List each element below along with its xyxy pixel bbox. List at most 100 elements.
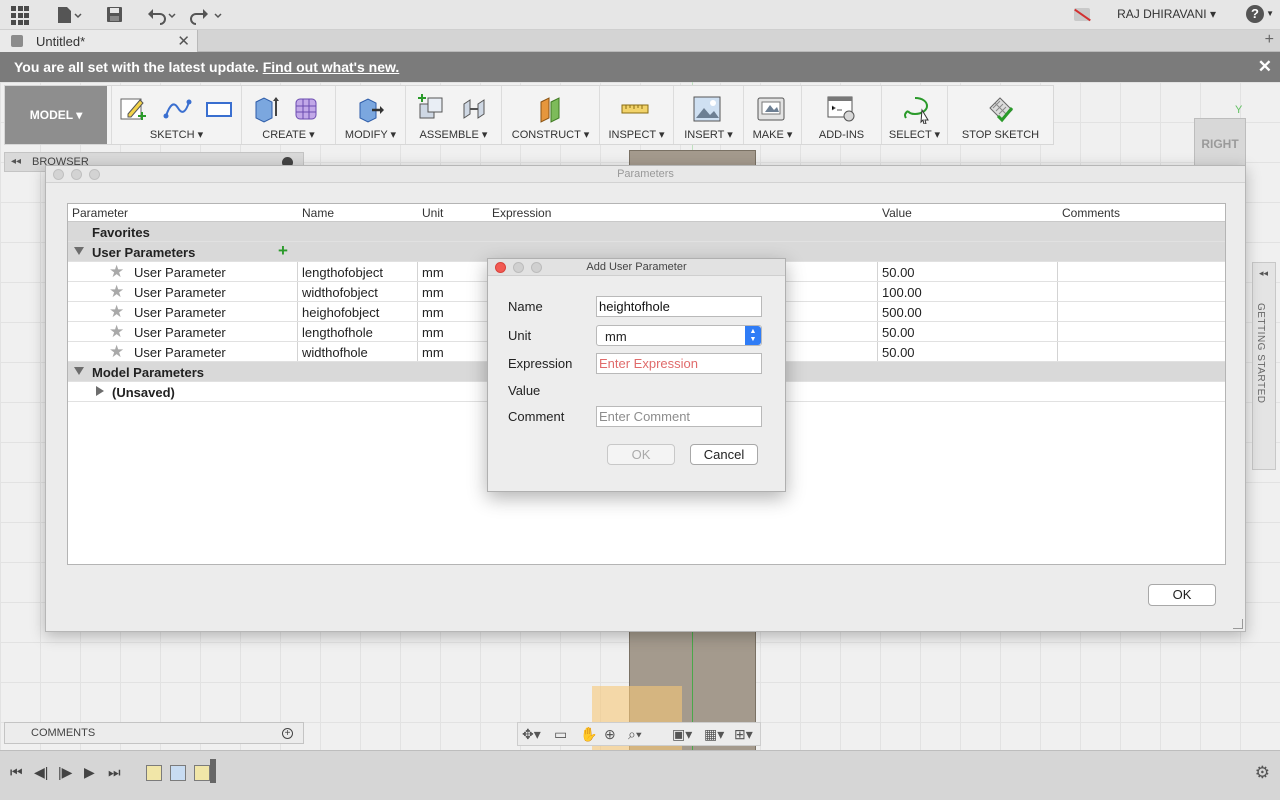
create-group[interactable]: CREATE ▾: [241, 86, 335, 144]
column-header-parameter[interactable]: Parameter: [72, 206, 128, 220]
look-at-icon[interactable]: ▭: [554, 726, 567, 743]
notifications-off-icon[interactable]: [1074, 8, 1090, 21]
offset-plane-icon[interactable]: [536, 94, 566, 124]
add-comment-icon[interactable]: +: [282, 728, 293, 739]
user-menu[interactable]: RAJ DHIRAVANI ▾: [1117, 7, 1216, 21]
close-banner-icon[interactable]: ✕: [1258, 57, 1272, 77]
select-lasso-icon[interactable]: [900, 94, 930, 124]
favorite-star-icon[interactable]: ★: [109, 282, 124, 301]
grid-settings-icon[interactable]: ▦▾: [704, 726, 724, 743]
make-group[interactable]: MAKE ▾: [743, 86, 801, 144]
measure-icon[interactable]: [620, 94, 650, 124]
row-parameter: User Parameter: [134, 285, 226, 300]
comment-input[interactable]: [596, 406, 762, 427]
row-parameter: User Parameter: [134, 325, 226, 340]
expression-input[interactable]: [596, 353, 762, 374]
column-header-expression[interactable]: Expression: [492, 206, 551, 220]
timeline-settings-gear-icon[interactable]: ⚙: [1255, 763, 1270, 783]
save-icon[interactable]: [106, 5, 124, 25]
column-header-name[interactable]: Name: [302, 206, 334, 220]
add-parameter-icon[interactable]: +: [278, 242, 288, 260]
favorites-label: Favorites: [92, 225, 150, 240]
column-header-value[interactable]: Value: [882, 206, 912, 220]
add-parameter-ok-button[interactable]: OK: [607, 444, 675, 465]
assemble-label: ASSEMBLE: [419, 129, 479, 141]
go-to-start-icon[interactable]: ⏮: [10, 764, 23, 781]
cancel-button[interactable]: Cancel: [690, 444, 758, 465]
form-icon[interactable]: [292, 94, 322, 124]
inspect-group[interactable]: INSPECT ▾: [599, 86, 673, 144]
undo-icon[interactable]: [146, 5, 178, 25]
favorite-star-icon[interactable]: ★: [109, 262, 124, 281]
view-cube[interactable]: RIGHT: [1194, 118, 1246, 168]
stop-sketch-label: STOP SKETCH: [961, 129, 1040, 141]
timeline-sketch-feature-icon[interactable]: [194, 765, 210, 781]
favorite-star-icon[interactable]: ★: [109, 302, 124, 321]
workspace-switcher[interactable]: MODEL ▾: [5, 86, 107, 144]
insert-group[interactable]: INSERT ▾: [673, 86, 743, 144]
unit-select[interactable]: mm ▲ ▼: [596, 325, 762, 346]
row-parameter: User Parameter: [134, 345, 226, 360]
select-stepper-icon[interactable]: ▲ ▼: [745, 326, 761, 345]
favorites-row[interactable]: Favorites: [68, 222, 1225, 242]
collapse-browser-icon[interactable]: ◂◂: [11, 156, 21, 167]
banner-link[interactable]: Find out what's new.: [263, 59, 400, 75]
insert-image-icon[interactable]: [692, 94, 722, 124]
timeline-sketch-feature-icon[interactable]: [146, 765, 162, 781]
favorite-star-icon[interactable]: ★: [109, 322, 124, 341]
extrude-icon[interactable]: [250, 94, 280, 124]
redo-icon[interactable]: [190, 5, 224, 25]
3d-print-icon[interactable]: [756, 94, 786, 124]
favorite-star-icon[interactable]: ★: [109, 342, 124, 361]
row-name: lengthofhole: [302, 325, 373, 340]
help-icon[interactable]: ?: [1246, 5, 1264, 23]
viewports-icon[interactable]: ⊞▾: [734, 726, 753, 743]
create-sketch-icon[interactable]: [118, 94, 148, 124]
stop-sketch-icon[interactable]: [986, 94, 1016, 124]
timeline-extrude-feature-icon[interactable]: [170, 765, 186, 781]
press-pull-icon[interactable]: [354, 94, 384, 124]
column-header-unit[interactable]: Unit: [422, 206, 443, 220]
getting-started-panel[interactable]: ◂◂ GETTING STARTED: [1252, 262, 1276, 470]
new-component-icon[interactable]: [416, 94, 446, 124]
help-caret-icon[interactable]: ▼: [1266, 9, 1274, 18]
sketch-group[interactable]: SKETCH ▾: [111, 86, 241, 144]
stop-sketch-group[interactable]: STOP SKETCH: [947, 86, 1053, 144]
file-icon[interactable]: [56, 5, 82, 25]
zoom-icon[interactable]: ⊕: [604, 726, 616, 743]
parameters-ok-button[interactable]: OK: [1148, 584, 1216, 606]
display-settings-icon[interactable]: ▣▾: [672, 726, 692, 743]
sketch-label: SKETCH: [149, 129, 195, 141]
rectangle-icon[interactable]: [204, 94, 234, 124]
resize-handle[interactable]: [1233, 619, 1243, 629]
expand-panel-icon[interactable]: ◂◂: [1259, 268, 1268, 279]
joint-icon[interactable]: [460, 94, 490, 124]
name-input[interactable]: [596, 296, 762, 317]
scripts-icon[interactable]: [826, 94, 856, 124]
step-back-icon[interactable]: ◀|: [34, 764, 48, 781]
construct-group[interactable]: CONSTRUCT ▾: [501, 86, 599, 144]
app-grid-icon[interactable]: [11, 6, 29, 26]
select-group[interactable]: SELECT ▾: [881, 86, 947, 144]
column-header-comments[interactable]: Comments: [1062, 206, 1120, 220]
timeline-marker[interactable]: [210, 759, 216, 783]
document-tab[interactable]: Untitled* ✕: [0, 30, 198, 52]
play-icon[interactable]: ▶: [84, 764, 95, 781]
step-forward-icon[interactable]: |▶: [58, 764, 72, 781]
assemble-group[interactable]: ASSEMBLE ▾: [405, 86, 501, 144]
comments-panel[interactable]: COMMENTS +: [4, 722, 304, 744]
make-label: MAKE: [752, 129, 784, 141]
new-tab-icon[interactable]: +: [1265, 31, 1274, 49]
row-name: widthofhole: [302, 345, 368, 360]
expand-arrow-icon[interactable]: [96, 386, 104, 396]
expand-triangle-icon[interactable]: [74, 247, 84, 255]
addins-group[interactable]: ADD-INS: [801, 86, 881, 144]
expand-triangle-icon[interactable]: [74, 367, 84, 375]
fit-icon[interactable]: ⌕▾: [628, 726, 642, 743]
line-icon[interactable]: [162, 94, 192, 124]
modify-group[interactable]: MODIFY ▾: [335, 86, 405, 144]
pan-icon[interactable]: ✋: [580, 726, 597, 743]
orbit-icon[interactable]: ✥▾: [522, 726, 541, 743]
close-tab-icon[interactable]: ✕: [177, 32, 190, 50]
go-to-end-icon[interactable]: ⏭: [108, 764, 121, 781]
